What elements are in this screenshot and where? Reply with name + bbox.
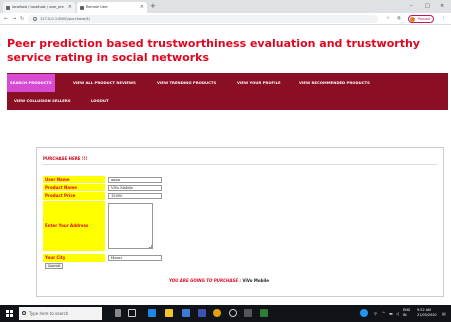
tab-remote-user[interactable]: Remote User × <box>77 2 147 13</box>
site-info-icon[interactable] <box>33 17 37 21</box>
search-placeholder: Type here to search <box>29 311 69 316</box>
store-icon[interactable] <box>182 309 190 317</box>
nav-view-all-product-reviews[interactable]: VIEW ALL PRODUCT REVIEWS <box>70 74 139 92</box>
page-title: Peer prediction based trustworthiness ev… <box>7 37 420 64</box>
main-nav: SEARCH PRODUCTS VIEW ALL PRODUCT REVIEWS… <box>7 73 448 110</box>
clock[interactable]: 9:52 AM 21/05/2020 <box>417 308 437 317</box>
city-label: Your City <box>43 254 105 262</box>
nav-view-trending-products[interactable]: VIEW TRENDING PRODUCTS <box>154 74 219 92</box>
taskbar-search-input[interactable]: Type here to search <box>19 307 102 320</box>
media-icon[interactable] <box>229 309 237 317</box>
submit-button[interactable]: Submit <box>45 263 63 269</box>
profile-button[interactable]: Paused <box>408 15 434 23</box>
close-window-icon[interactable]: × <box>440 1 444 12</box>
nav-view-recommended-products[interactable]: VIEW RECOMMENDED PRODUCTS <box>296 74 373 92</box>
purchase-heading: PURCHASE HERE !!! <box>43 156 88 161</box>
purchase-confirmation: YOU ARE GOING TO PURCHASE : ViVo Mobile <box>169 278 269 283</box>
search-icon <box>22 311 26 315</box>
divider <box>42 164 437 165</box>
url-field[interactable]: 127.0.0.1:8000/purchase/4/ <box>28 15 378 23</box>
reload-icon[interactable]: ↻ <box>20 13 24 25</box>
user-name-field[interactable]: anan <box>108 176 162 183</box>
network-icon[interactable]: ▬ <box>389 311 393 316</box>
language-indicator[interactable]: ENG IN <box>403 308 410 317</box>
purchase-prefix: YOU ARE GOING TO PURCHASE : <box>169 278 242 283</box>
clock-time: 9:52 AM <box>417 308 431 312</box>
tray-app-icon[interactable] <box>360 309 368 317</box>
city-field[interactable]: Hosur <box>108 255 162 261</box>
nav-view-collusion-sellers[interactable]: VIEW COLLUSION SELLERS <box>11 92 74 110</box>
browser-menu-icon[interactable]: ⋮ <box>441 13 446 25</box>
windows-start-icon[interactable] <box>6 310 13 317</box>
chrome-icon[interactable] <box>213 309 221 317</box>
product-name-field[interactable]: ViVo Mobile <box>108 184 162 191</box>
tab-label: Remote User <box>86 5 108 9</box>
browser-tab-bar: localhost / localhost / user_pre × Remot… <box>0 0 451 13</box>
resize-handle-icon[interactable] <box>149 245 152 248</box>
address-textarea[interactable] <box>108 203 153 249</box>
new-tab-button[interactable]: + <box>150 1 156 12</box>
product-price-label: Product Price <box>43 192 105 200</box>
clock-date: 21/05/2020 <box>417 312 437 317</box>
tab-favicon-icon <box>80 6 84 10</box>
lang-code: ENG <box>403 308 411 312</box>
forward-arrow-icon[interactable]: → <box>12 13 16 25</box>
extension-icon[interactable]: ◍ <box>397 13 401 25</box>
volume-icon[interactable]: ◁ <box>396 311 399 316</box>
product-price-field[interactable]: 15000 <box>108 193 162 199</box>
avatar <box>410 17 415 22</box>
app-icon[interactable] <box>244 309 252 317</box>
url-text: 127.0.0.1:8000/purchase/4/ <box>40 17 90 21</box>
purchase-product: ViVo Mobile <box>242 278 269 283</box>
bookmark-star-icon[interactable]: ☆ <box>386 13 390 25</box>
microphone-icon[interactable] <box>115 309 121 317</box>
address-bar: ← → ↻ 127.0.0.1:8000/purchase/4/ ☆ ◍ ⋮ <box>0 13 451 25</box>
address-label: Enter Your Address <box>43 201 105 251</box>
tab-label: localhost / localhost / user_pre <box>12 5 64 9</box>
minimize-icon[interactable]: – <box>410 1 413 12</box>
taskbar: Type here to search ⚲ ^ ▬ ◁ ENG IN 9:52 A… <box>0 305 451 322</box>
tab-favicon-icon <box>6 6 10 10</box>
nav-view-your-profile[interactable]: VIEW YOUR PROFILE <box>234 74 284 92</box>
tab-close-icon[interactable]: × <box>68 2 72 13</box>
tab-localhost[interactable]: localhost / localhost / user_pre × <box>3 2 75 13</box>
user-name-label: User Name <box>43 176 105 183</box>
nav-search-products[interactable]: SEARCH PRODUCTS <box>7 74 55 92</box>
mail-icon[interactable] <box>198 309 206 317</box>
file-explorer-icon[interactable] <box>165 309 173 317</box>
profile-label: Paused <box>418 17 431 21</box>
purchase-form-panel: PURCHASE HERE !!! User Name anan Product… <box>36 147 444 297</box>
notification-icon[interactable]: ▤ <box>442 311 446 316</box>
nav-logout[interactable]: LOGOUT <box>88 92 112 110</box>
tab-close-icon[interactable]: × <box>140 2 144 13</box>
maximize-icon[interactable]: □ <box>425 1 430 12</box>
task-view-icon[interactable] <box>128 309 136 317</box>
edge-icon[interactable] <box>148 309 156 317</box>
tray-chevron-icon[interactable]: ^ <box>382 311 385 316</box>
back-arrow-icon[interactable]: ← <box>4 13 8 25</box>
lang-region: IN <box>403 312 407 317</box>
people-icon[interactable]: ⚲ <box>374 311 377 316</box>
product-name-label: Product Name <box>43 184 105 191</box>
notepad-icon[interactable] <box>260 309 268 317</box>
